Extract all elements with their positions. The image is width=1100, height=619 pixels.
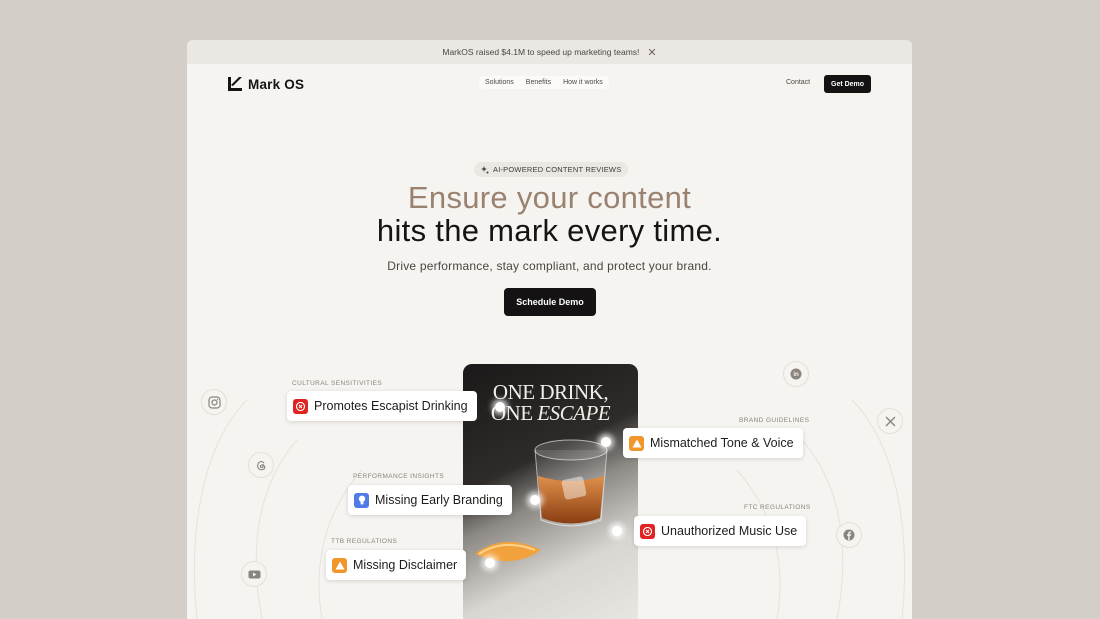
hero-heading-line2: hits the mark every time. <box>376 213 723 248</box>
x-octagon-icon <box>640 523 655 539</box>
tag-missing-disclaimer[interactable]: Missing Disclaimer <box>326 550 467 580</box>
tag-label: Mismatched Tone & Voice <box>650 436 794 450</box>
logo-mark-icon <box>228 77 242 91</box>
nav-link-how-it-works[interactable]: How it works <box>563 79 603 86</box>
phone-ad-title-line1: ONE DRINK, <box>492 380 609 404</box>
linkedin-icon[interactable]: in <box>783 361 809 387</box>
glow-dot <box>612 526 622 536</box>
warning-icon <box>629 435 644 451</box>
announcement-bar: MarkOS raised $4.1M to speed up marketin… <box>187 40 912 64</box>
get-demo-button[interactable]: Get Demo <box>824 75 872 93</box>
browser-frame: MarkOS raised $4.1M to speed up marketin… <box>187 40 912 619</box>
close-icon[interactable]: ✕ <box>647 46 656 59</box>
x-icon[interactable] <box>877 408 903 434</box>
phone-ad-title-line2: ONE ESCAPE <box>490 401 611 425</box>
hero-heading-line1: Ensure your content <box>407 180 692 215</box>
tag-missing-early-branding[interactable]: Missing Early Branding <box>348 485 512 515</box>
glow-dot <box>601 437 611 447</box>
instagram-icon[interactable] <box>201 389 227 415</box>
youtube-icon[interactable] <box>241 561 267 587</box>
ai-badge: AI-POWERED CONTENT REVIEWS <box>474 162 629 177</box>
sparkle-icon <box>481 165 489 173</box>
tag-category-ftc: FTC REGULATIONS <box>744 504 811 511</box>
warning-icon <box>332 557 347 573</box>
x-octagon-icon <box>293 398 308 414</box>
announcement-text[interactable]: MarkOS raised $4.1M to speed up marketin… <box>442 47 639 57</box>
tag-category-performance: PERFORMANCE INSIGHTS <box>353 473 445 480</box>
glow-dot <box>495 402 505 412</box>
contact-link[interactable]: Contact <box>786 79 810 86</box>
logo-text: Mark OS <box>248 76 305 92</box>
orange-peel-image <box>475 541 541 562</box>
whiskey-glass-image <box>534 439 608 527</box>
threads-icon[interactable] <box>248 452 274 478</box>
nav-link-solutions[interactable]: Solutions <box>485 79 514 86</box>
nav-links: Solutions Benefits How it works <box>479 76 609 89</box>
glow-dot <box>530 495 540 505</box>
tag-category-cultural: CULTURAL SENSITIVITIES <box>292 380 383 387</box>
lightbulb-icon <box>354 492 369 508</box>
phone-ad-title: ONE DRINK, ONE ESCAPE <box>463 382 638 424</box>
top-nav: Mark OS Solutions Benefits How it works … <box>187 64 912 104</box>
tag-label: Unauthorized Music Use <box>661 524 798 538</box>
tag-category-brand: BRAND GUIDELINES <box>739 417 810 424</box>
ai-badge-label: AI-POWERED CONTENT REVIEWS <box>493 165 622 174</box>
facebook-icon[interactable] <box>836 522 862 548</box>
tag-label: Promotes Escapist Drinking <box>314 399 468 413</box>
logo[interactable]: Mark OS <box>227 76 304 92</box>
schedule-demo-button[interactable]: Schedule Demo <box>504 288 596 316</box>
tag-mismatched-tone[interactable]: Mismatched Tone & Voice <box>623 428 803 458</box>
hero-subline: Drive performance, stay compliant, and p… <box>387 259 712 273</box>
tag-label: Missing Disclaimer <box>353 558 458 572</box>
glow-dot <box>485 558 495 568</box>
tag-category-ttb: TTB REGULATIONS <box>331 538 398 545</box>
tag-promotes-escapist-drinking[interactable]: Promotes Escapist Drinking <box>287 391 477 421</box>
tag-unauthorized-music[interactable]: Unauthorized Music Use <box>634 516 807 546</box>
nav-link-benefits[interactable]: Benefits <box>526 79 551 86</box>
tag-label: Missing Early Branding <box>375 493 503 507</box>
svg-text:in: in <box>793 372 799 378</box>
